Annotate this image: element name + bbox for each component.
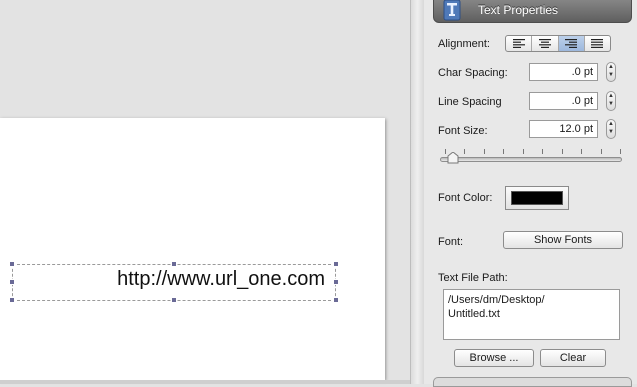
selected-text-box[interactable]: http://www.url_one.com <box>12 264 336 301</box>
align-center-button[interactable] <box>532 36 559 51</box>
inspector-header[interactable]: Text Properties <box>433 0 632 23</box>
page-sheet[interactable] <box>0 118 385 380</box>
align-right-icon <box>565 39 578 48</box>
char-spacing-field[interactable]: .0 pt <box>529 63 598 81</box>
font-color-label: Font Color: <box>438 192 493 204</box>
font-color-swatch <box>511 191 563 205</box>
font-size-label: Font Size: <box>438 125 488 137</box>
font-size-slider-ticks <box>445 149 621 154</box>
align-justify-button[interactable] <box>585 36 610 51</box>
resize-handle-middle-left[interactable] <box>9 279 15 285</box>
char-spacing-stepper[interactable]: ▲ ▼ <box>606 62 616 82</box>
font-size-stepper[interactable]: ▲ ▼ <box>606 119 616 139</box>
text-file-path-label: Text File Path: <box>438 272 508 284</box>
align-center-icon <box>538 39 551 48</box>
resize-handle-top-left[interactable] <box>9 261 15 267</box>
alignment-segmented-control[interactable] <box>505 35 611 52</box>
panel-divider[interactable] <box>410 0 424 384</box>
align-left-icon <box>512 39 525 48</box>
alignment-label: Alignment: <box>438 38 490 50</box>
font-label: Font: <box>438 236 464 248</box>
line-spacing-label: Line Spacing <box>438 96 502 108</box>
show-fonts-button[interactable]: Show Fonts <box>503 231 623 249</box>
next-inspector-section-tab[interactable] <box>433 377 632 387</box>
line-spacing-field[interactable]: .0 pt <box>529 92 598 110</box>
resize-handle-top-middle[interactable] <box>171 261 177 267</box>
char-spacing-label: Char Spacing: <box>438 67 508 79</box>
align-right-button[interactable] <box>558 36 585 51</box>
resize-handle-top-right[interactable] <box>333 261 339 267</box>
browse-button[interactable]: Browse ... <box>454 349 534 367</box>
align-left-button[interactable] <box>506 36 533 51</box>
font-size-slider[interactable] <box>440 157 622 162</box>
text-box-content[interactable]: http://www.url_one.com <box>117 268 325 291</box>
resize-handle-bottom-right[interactable] <box>333 297 339 303</box>
font-size-slider-thumb[interactable] <box>447 152 459 164</box>
resize-handle-bottom-middle[interactable] <box>171 297 177 303</box>
resize-handle-middle-right[interactable] <box>333 279 339 285</box>
font-size-field[interactable]: 12.0 pt <box>529 120 598 138</box>
resize-handle-bottom-left[interactable] <box>9 297 15 303</box>
canvas-area[interactable]: http://www.url_one.com <box>0 0 410 384</box>
align-justify-icon <box>591 39 604 48</box>
text-tool-icon <box>443 0 461 21</box>
text-properties-inspector: Text Properties Alignment: Char Spacing:… <box>424 0 637 387</box>
inspector-title: Text Properties <box>478 3 559 17</box>
line-spacing-stepper[interactable]: ▲ ▼ <box>606 91 616 111</box>
text-file-path-field[interactable]: /Users/dm/Desktop/ Untitled.txt <box>443 289 620 340</box>
font-color-well[interactable] <box>505 186 569 210</box>
clear-button[interactable]: Clear <box>540 349 606 367</box>
canvas-horizontal-scrollbar[interactable] <box>0 380 410 384</box>
